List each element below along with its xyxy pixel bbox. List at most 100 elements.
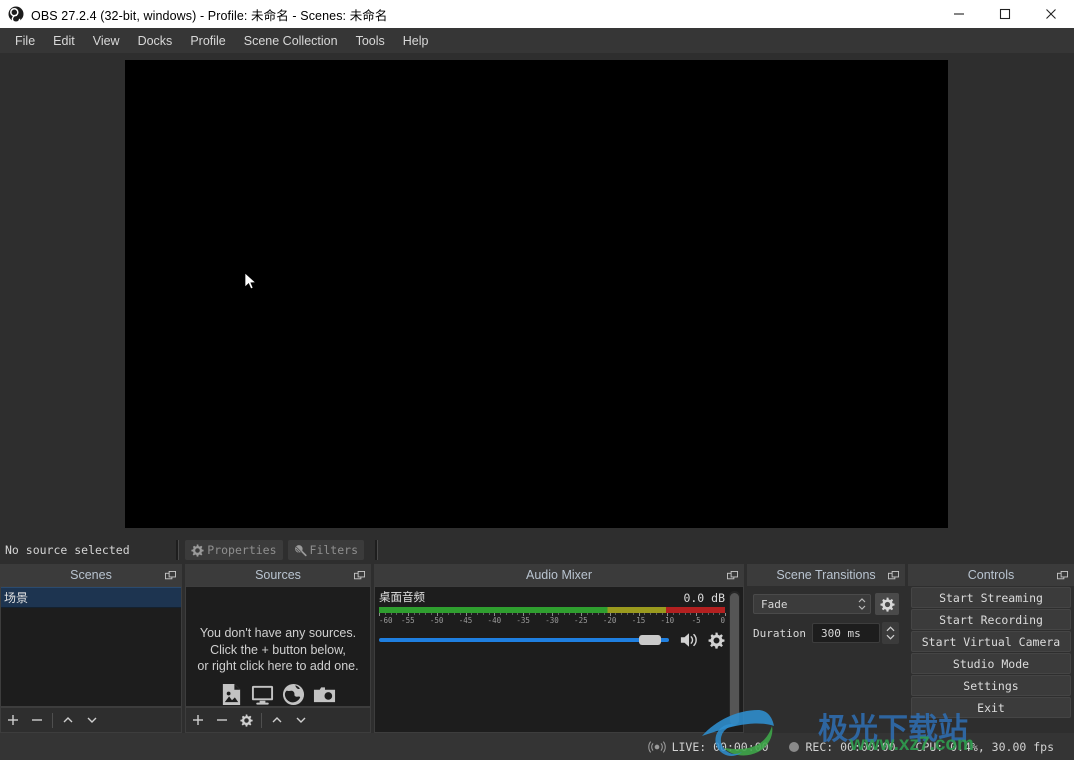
gear-icon	[239, 713, 253, 727]
menu-item-file[interactable]: File	[6, 30, 44, 52]
preview-canvas[interactable]	[125, 60, 948, 528]
filters-button[interactable]: Filters	[287, 540, 364, 560]
scene-transitions-title: Scene Transitions	[776, 568, 876, 582]
scenes-dock-header: Scenes	[0, 564, 182, 586]
gear-icon	[879, 597, 895, 612]
scenes-dock: Scenes 场景	[0, 564, 182, 733]
float-dock-icon[interactable]	[165, 569, 176, 587]
scene-transitions-body: Fade Duration 300 ms	[747, 586, 905, 733]
audio-mixer-dock: Audio Mixer 桌面音频 0.0 dB -60 -55 -50 -45 -40-…	[374, 564, 744, 733]
audio-channel-desktop: 桌面音频 0.0 dB -60 -55 -50 -45 -40 -35 -30 -25 -20-…	[379, 591, 726, 649]
sources-list[interactable]: You don't have any sources. Click the + …	[185, 586, 371, 707]
volume-slider[interactable]	[379, 632, 669, 648]
menu-item-help[interactable]: Help	[394, 30, 438, 52]
db-tick	[655, 613, 657, 615]
float-dock-icon[interactable]	[727, 569, 738, 587]
transition-config-button[interactable]	[875, 593, 899, 615]
studio-mode-label: Studio Mode	[952, 656, 1030, 671]
float-dock-icon[interactable]	[354, 569, 365, 587]
toolbar-divider-left	[176, 540, 180, 560]
audio-mixer-scrollbar[interactable]	[729, 591, 740, 726]
db-tick	[707, 613, 709, 615]
display-monitor-icon	[251, 685, 274, 705]
volume-slider-handle[interactable]	[638, 635, 661, 645]
db-tick	[592, 613, 594, 615]
window-title: OBS 27.2.4 (32-bit, windows) - Profile: …	[31, 8, 388, 23]
float-dock-icon[interactable]	[1057, 569, 1068, 587]
db-tick	[546, 613, 548, 615]
move-scene-down-button[interactable]	[80, 708, 104, 732]
chevron-down-icon	[296, 717, 306, 723]
move-scene-up-button[interactable]	[56, 708, 80, 732]
db-tick	[569, 613, 571, 615]
db-tick	[453, 613, 455, 615]
db-tick	[719, 613, 721, 615]
add-scene-button[interactable]	[1, 708, 25, 732]
db-tick	[505, 613, 507, 615]
db-tick	[621, 613, 623, 615]
preview-area	[0, 53, 1074, 536]
minimize-button[interactable]	[936, 0, 982, 28]
settings-button[interactable]: Settings	[911, 675, 1071, 696]
start-recording-button[interactable]: Start Recording	[911, 609, 1071, 630]
menu-item-scene-collection[interactable]: Scene Collection	[235, 30, 347, 52]
mouse-pointer-icon	[244, 272, 258, 292]
minimize-icon	[954, 13, 964, 15]
add-source-button[interactable]	[186, 708, 210, 732]
mute-button[interactable]	[679, 631, 699, 649]
db-tick	[713, 613, 715, 615]
db-tick-label: 0	[720, 616, 725, 625]
audio-settings-button[interactable]	[708, 632, 725, 649]
menu-item-view[interactable]: View	[84, 30, 129, 52]
start-streaming-button[interactable]: Start Streaming	[911, 587, 1071, 608]
live-timer: LIVE: 00:00:00	[671, 739, 769, 754]
sources-empty-message: You don't have any sources. Click the + …	[186, 625, 370, 675]
exit-button[interactable]: Exit	[911, 697, 1071, 718]
source-properties-button[interactable]	[234, 708, 258, 732]
close-button[interactable]	[1028, 0, 1074, 28]
plus-icon	[8, 715, 18, 725]
studio-mode-button[interactable]: Studio Mode	[911, 653, 1071, 674]
start-virtual-camera-button[interactable]: Start Virtual Camera	[911, 631, 1071, 652]
sources-dock-header: Sources	[185, 564, 371, 586]
db-tick	[586, 613, 588, 615]
duration-stepper[interactable]	[882, 622, 899, 644]
properties-button[interactable]: Properties	[185, 540, 283, 560]
duration-input[interactable]: 300 ms	[811, 623, 880, 643]
db-tick	[488, 613, 490, 615]
globe-browser-icon	[282, 683, 305, 706]
db-tick	[396, 613, 398, 615]
minus-icon	[217, 719, 227, 721]
db-tick	[500, 613, 502, 615]
db-tick	[442, 613, 444, 615]
db-tick	[534, 613, 536, 615]
window-controls	[936, 0, 1074, 28]
move-source-down-button[interactable]	[289, 708, 313, 732]
menu-item-tools[interactable]: Tools	[347, 30, 394, 52]
menu-item-edit[interactable]: Edit	[44, 30, 84, 52]
image-file-icon	[222, 683, 241, 706]
db-tick	[661, 613, 663, 615]
transition-select[interactable]: Fade	[753, 594, 871, 614]
db-tick	[402, 613, 404, 615]
scenes-list[interactable]: 场景	[0, 586, 182, 707]
db-tick	[690, 613, 692, 615]
live-status: LIVE: 00:00:00	[647, 739, 769, 754]
move-source-up-button[interactable]	[265, 708, 289, 732]
status-bar: LIVE: 00:00:00 REC: 00:00:00 CPU: 0.4%, …	[0, 733, 1074, 760]
float-dock-icon[interactable]	[888, 569, 899, 587]
menu-item-docks[interactable]: Docks	[129, 30, 182, 52]
db-tick-label: -30	[545, 616, 559, 625]
volume-slider-track	[379, 638, 669, 642]
remove-source-button[interactable]	[210, 708, 234, 732]
db-tick-label: -40	[487, 616, 502, 625]
rec-status: REC: 00:00:00	[788, 740, 896, 754]
list-item[interactable]: 场景	[1, 587, 181, 608]
maximize-button[interactable]	[982, 0, 1028, 28]
spinner-updown-icon[interactable]	[854, 594, 870, 614]
scenes-title: Scenes	[70, 568, 112, 582]
speaker-icon	[680, 633, 697, 647]
menu-item-profile[interactable]: Profile	[181, 30, 234, 52]
remove-scene-button[interactable]	[25, 708, 49, 732]
controls-dock: Controls Start Streaming Start Recording…	[908, 564, 1074, 733]
